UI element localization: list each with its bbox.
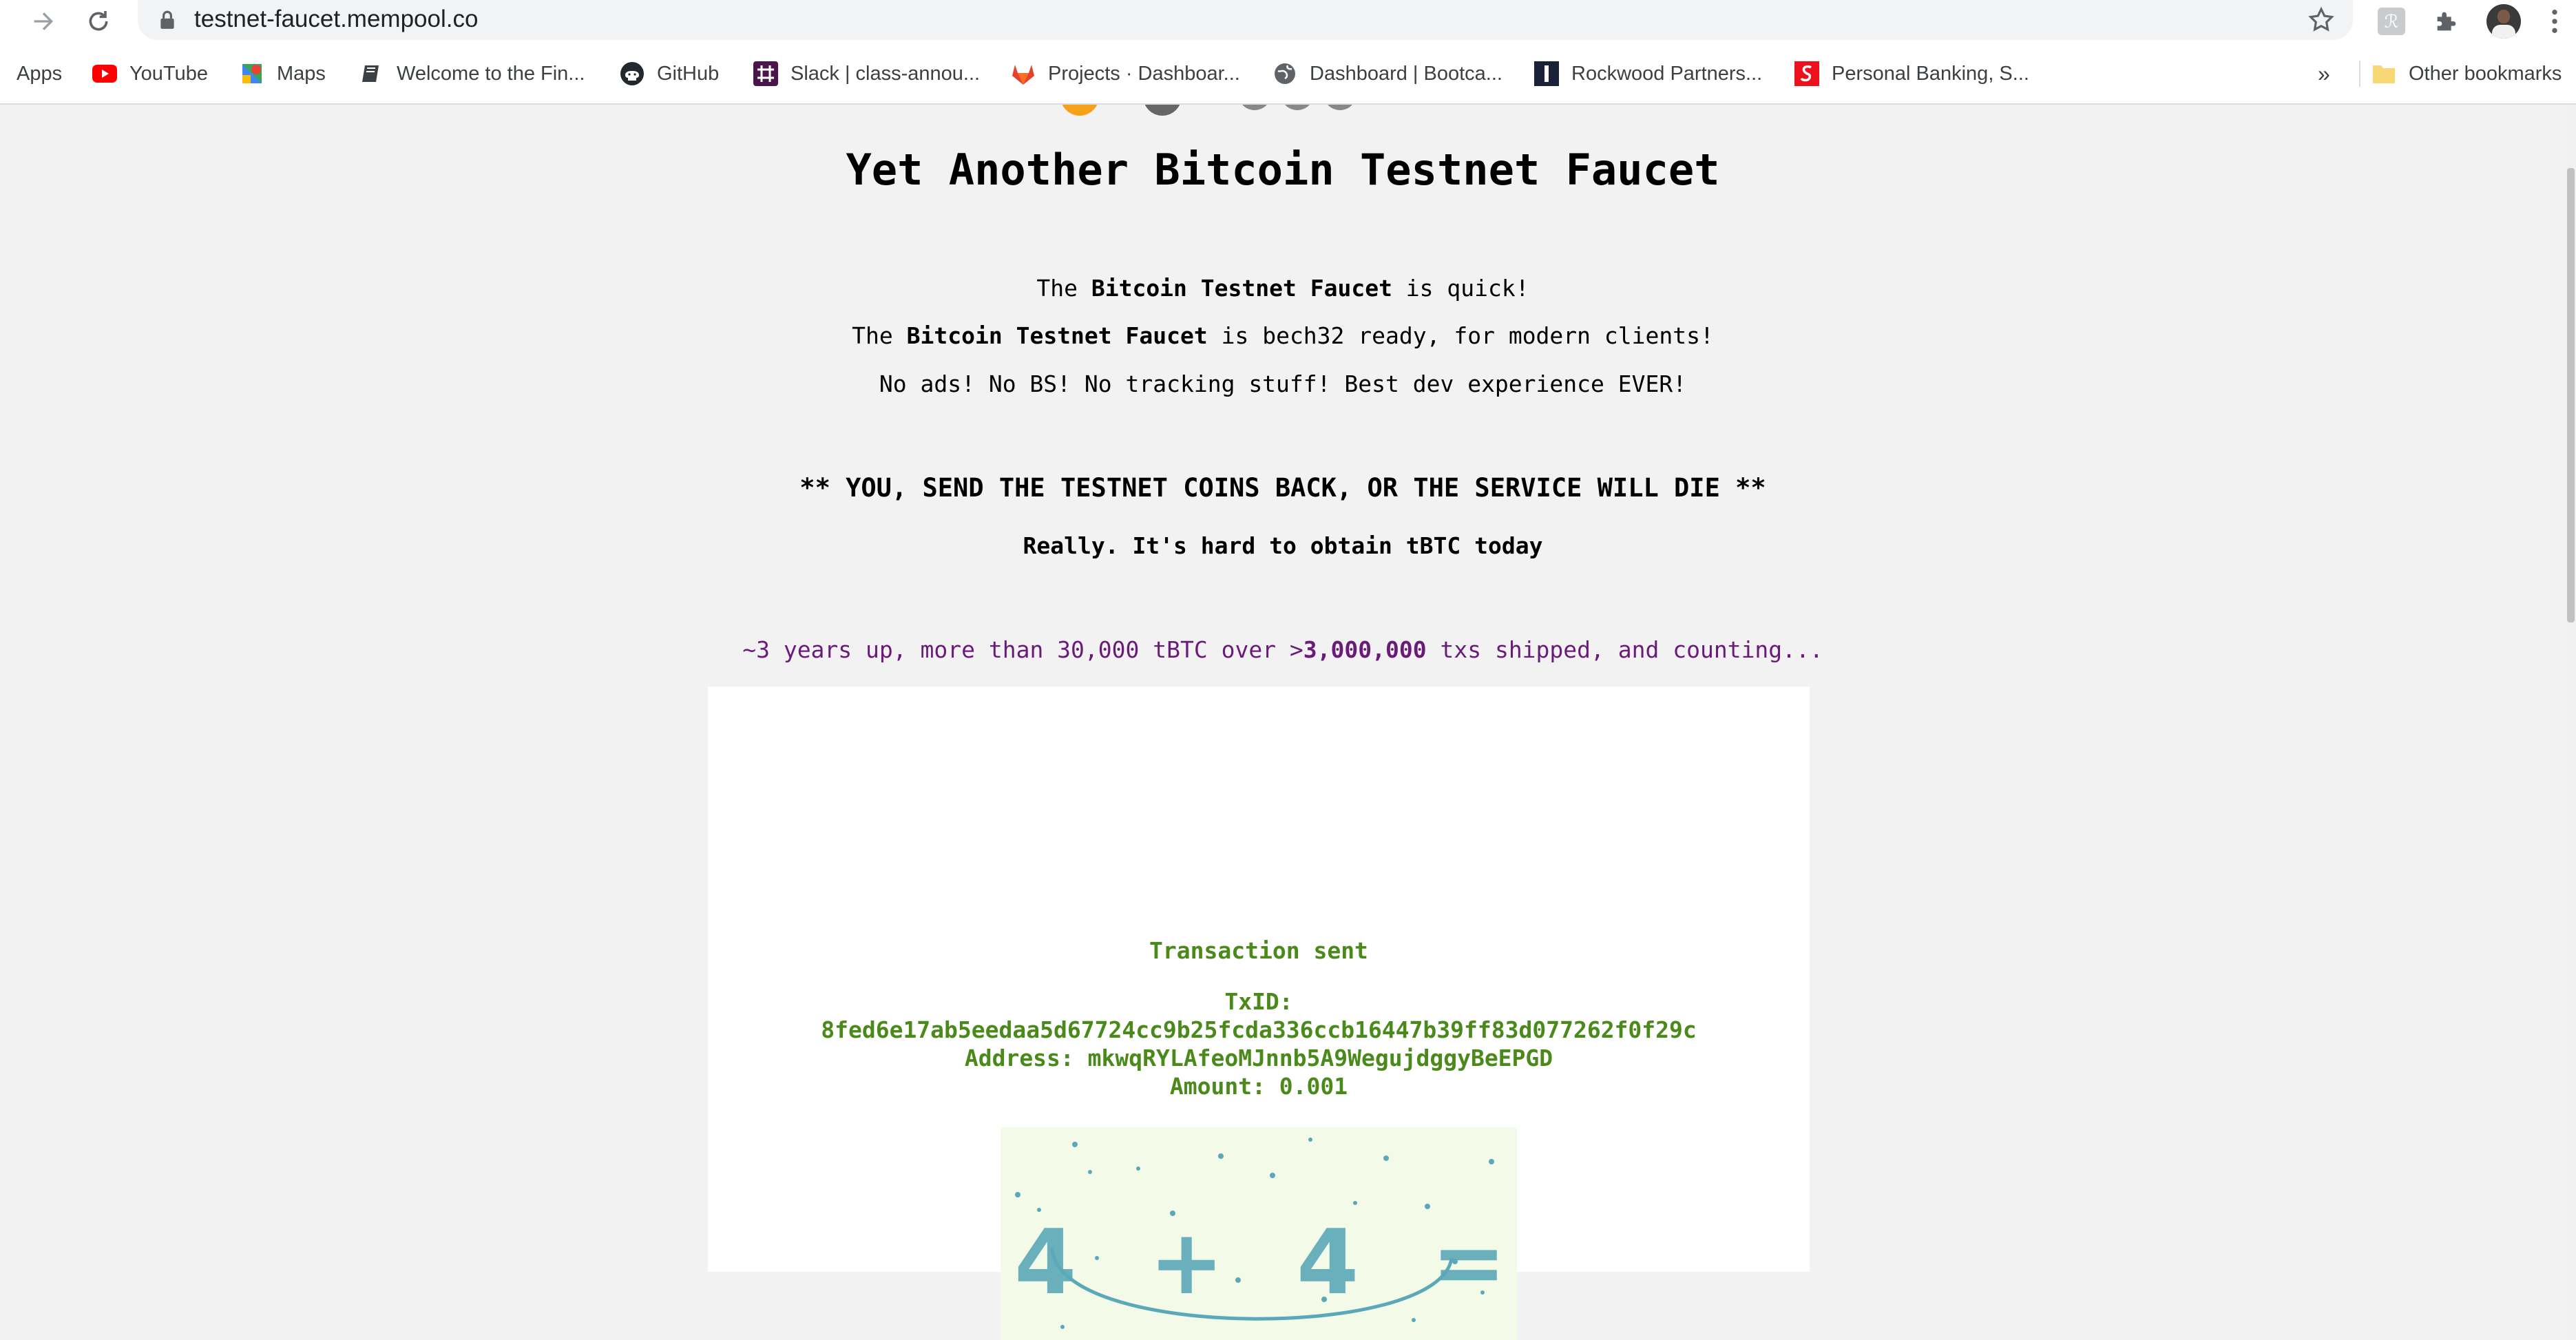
amount-value: Amount: 0.001 xyxy=(1169,1073,1348,1100)
folder-icon xyxy=(2371,61,2396,86)
bookmarks-bar: Apps YouTube Maps Welcome to the Fin... … xyxy=(0,43,2576,105)
bookmark-apps[interactable]: Apps xyxy=(0,56,62,91)
reload-icon xyxy=(89,11,108,31)
bookmark-star-icon[interactable] xyxy=(2307,6,2336,34)
bookmark-banking[interactable]: Personal Banking, S... xyxy=(1794,56,2029,91)
extensions-menu-button[interactable] xyxy=(2429,4,2464,39)
page-title: Yet Another Bitcoin Testnet Faucet xyxy=(846,145,1720,195)
bookmark-label: Other bookmarks xyxy=(2409,62,2562,85)
warning-subtext: Really. It's hard to obtain tBTC today xyxy=(1023,532,1543,559)
more-vert-icon xyxy=(2552,10,2557,33)
address-value[interactable]: Address: mkwqRYLAfeoMJnnb5A9WegujdggyBeE… xyxy=(708,1044,1810,1072)
slack-icon xyxy=(753,61,778,86)
bookmark-gitlab[interactable]: Projects · Dashboar... xyxy=(1011,56,1240,91)
apps-label: Apps xyxy=(17,62,63,85)
warning-heading: ** YOU, SEND THE TESTNET COINS BACK, OR … xyxy=(799,473,1766,503)
scrollbar-thumb[interactable] xyxy=(2567,168,2575,622)
stats-text: txs shipped, and counting... xyxy=(1426,636,1823,663)
bookmark-youtube[interactable]: YouTube xyxy=(92,56,208,91)
captcha-image: 4 + 4 = xyxy=(1001,1127,1517,1340)
stats-line: ~3 years up, more than 30,000 tBTC over … xyxy=(0,635,2566,665)
tagline-bold: Bitcoin Testnet Faucet xyxy=(906,322,1208,349)
bookmark-label: Rockwood Partners... xyxy=(1571,62,1763,85)
github-icon xyxy=(620,61,645,86)
tagline-text: The xyxy=(852,322,907,349)
reload-button[interactable] xyxy=(81,4,116,39)
lock-icon xyxy=(160,10,174,29)
youtube-icon xyxy=(92,61,117,86)
bookmark-label: Projects · Dashboar... xyxy=(1048,62,1240,85)
bookmark-label: Maps xyxy=(277,62,326,85)
bookmark-github[interactable]: GitHub xyxy=(620,56,719,91)
address-bar[interactable]: testnet-faucet.mempool.co xyxy=(138,0,2353,40)
tagline-quick: The Bitcoin Testnet Faucet is quick! xyxy=(0,273,2566,304)
txid-label: TxID: xyxy=(1224,988,1293,1015)
stats-bold: 3,000,000 xyxy=(1303,636,1427,663)
forward-button[interactable] xyxy=(26,4,61,39)
bookmark-welcome[interactable]: Welcome to the Fin... xyxy=(359,56,585,91)
avatar xyxy=(2486,4,2521,39)
transaction-details: TxID: 8fed6e17ab5eedaa5d67724cc9b25fcda3… xyxy=(708,987,1810,1100)
page-scrollbar[interactable] xyxy=(2566,105,2576,1340)
tagline-text: is quick! xyxy=(1392,275,1529,302)
puzzle-icon xyxy=(2437,12,2456,31)
bookmarks-divider xyxy=(2359,61,2360,87)
stats-text: ~3 years up, more than 30,000 tBTC over … xyxy=(742,636,1303,663)
bookmark-rockwood[interactable]: Rockwood Partners... xyxy=(1534,56,1762,91)
browser-menu-button[interactable] xyxy=(2541,4,2568,39)
bookmark-label: Dashboard | Bootca... xyxy=(1310,62,1502,85)
maps-icon xyxy=(240,61,264,86)
bookmark-maps[interactable]: Maps xyxy=(240,56,326,91)
tagline-text: is bech32 ready, for modern clients! xyxy=(1207,322,1714,349)
overflow-chevron-icon: » xyxy=(2318,61,2330,86)
bookmark-label: Slack | class-annou... xyxy=(790,62,981,85)
tagline-no-ads: No ads! No BS! No tracking stuff! Best d… xyxy=(879,370,1687,397)
tagline-text: The xyxy=(1036,275,1091,302)
gitlab-icon xyxy=(1011,61,1036,86)
bookmark-label: Welcome to the Fin... xyxy=(397,62,585,85)
profile-button[interactable] xyxy=(2484,4,2523,39)
bookmark-other[interactable]: Other bookmarks xyxy=(2371,56,2562,91)
url-text[interactable]: testnet-faucet.mempool.co xyxy=(194,4,478,34)
bookmark-label: Personal Banking, S... xyxy=(1832,62,2029,85)
tagline-bech32: The Bitcoin Testnet Faucet is bech32 rea… xyxy=(0,321,2566,351)
bookmark-slack[interactable]: Slack | class-annou... xyxy=(753,56,980,91)
browser-toolbar: testnet-faucet.mempool.co ℛ xyxy=(0,0,2576,43)
bookmark-dashboard[interactable]: Dashboard | Bootca... xyxy=(1273,56,1502,91)
bank-icon xyxy=(1794,61,1819,86)
txid-value[interactable]: 8fed6e17ab5eedaa5d67724cc9b25fcda336ccb1… xyxy=(708,1016,1810,1044)
extension-icon: ℛ xyxy=(2378,8,2405,35)
transaction-status: Transaction sent xyxy=(1149,937,1368,964)
bookmarks-overflow-button[interactable]: » xyxy=(2318,56,2330,91)
bookmark-label: YouTube xyxy=(129,62,208,85)
bookmark-label: GitHub xyxy=(657,62,720,85)
book-icon xyxy=(359,61,384,86)
captcha-text: 4 + 4 = xyxy=(1014,1210,1517,1315)
rockwood-icon xyxy=(1534,61,1559,86)
globe-icon xyxy=(1273,61,1297,86)
tagline-bold: Bitcoin Testnet Faucet xyxy=(1091,275,1392,302)
extension-button[interactable]: ℛ xyxy=(2374,4,2409,39)
forward-arrow-icon xyxy=(34,12,54,30)
